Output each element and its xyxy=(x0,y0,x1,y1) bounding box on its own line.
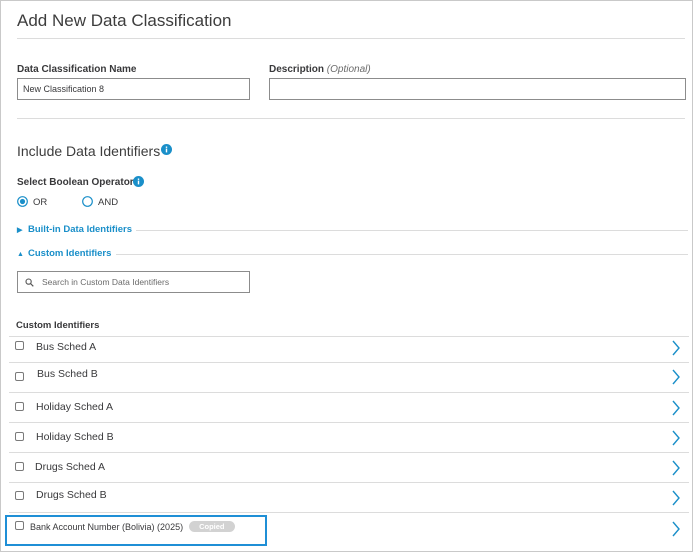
item-checkbox[interactable] xyxy=(15,402,24,411)
list-header: Custom Identifiers xyxy=(16,320,100,331)
list-item[interactable]: Drugs Sched A xyxy=(9,452,689,480)
chevron-right-icon[interactable] xyxy=(671,400,681,416)
chevron-right-icon[interactable] xyxy=(671,369,681,385)
list-item[interactable]: Drugs Sched B xyxy=(9,482,689,510)
item-label: Holiday Sched A xyxy=(36,401,114,413)
search-input[interactable] xyxy=(38,273,251,291)
item-label: Bus Sched B xyxy=(37,368,98,380)
list-item[interactable]: Bus Sched A xyxy=(9,336,689,364)
info-icon[interactable] xyxy=(161,144,172,155)
description-optional-text: (Optional) xyxy=(326,64,371,75)
description-label: Description (Optional) xyxy=(269,64,371,75)
item-checkbox[interactable] xyxy=(15,462,24,471)
chevron-right-icon[interactable] xyxy=(671,340,681,356)
builtin-divider xyxy=(136,230,688,231)
item-checkbox[interactable] xyxy=(15,491,24,500)
builtin-identifiers-toggle[interactable]: ▶ Built-in Data Identifiers xyxy=(17,224,132,235)
item-label: Holiday Sched B xyxy=(36,431,114,443)
classification-name-input[interactable]: New Classification 8 xyxy=(17,78,250,100)
chevron-right-icon[interactable] xyxy=(671,490,681,506)
chevron-right-icon[interactable] xyxy=(671,460,681,476)
chevron-right-icon[interactable] xyxy=(671,521,681,537)
item-label: Bus Sched A xyxy=(36,341,97,353)
highlight-box xyxy=(5,515,267,546)
list-item[interactable]: Holiday Sched B xyxy=(9,422,689,450)
caret-right-icon: ▶ xyxy=(17,227,23,234)
item-label: Drugs Sched B xyxy=(36,489,107,501)
boolean-operator-label: Select Boolean Operator xyxy=(17,177,134,188)
list-item[interactable]: Holiday Sched A xyxy=(9,392,689,420)
custom-divider xyxy=(116,254,688,255)
custom-identifier-search[interactable] xyxy=(17,271,251,293)
item-label: Drugs Sched A xyxy=(35,461,106,473)
radio-or[interactable] xyxy=(17,196,28,207)
name-label: Data Classification Name xyxy=(17,64,137,75)
description-label-text: Description xyxy=(269,64,325,75)
boolean-info-icon[interactable] xyxy=(133,176,144,187)
custom-identifiers-toggle[interactable]: ▲ Custom Identifiers xyxy=(17,248,111,259)
item-checkbox[interactable] xyxy=(15,341,24,350)
caret-up-icon: ▲ xyxy=(17,251,24,258)
radio-and-label[interactable]: AND xyxy=(98,197,118,208)
radio-and[interactable] xyxy=(82,196,93,207)
builtin-identifiers-label: Built-in Data Identifiers xyxy=(28,224,132,235)
section-title: Include Data Identifiers xyxy=(17,143,161,159)
custom-identifiers-label: Custom Identifiers xyxy=(28,248,112,259)
item-checkbox[interactable] xyxy=(15,372,24,381)
list-item[interactable]: Bus Sched B xyxy=(9,362,689,390)
radio-or-label[interactable]: OR xyxy=(33,197,47,208)
title-divider xyxy=(17,38,685,39)
form-divider xyxy=(17,118,685,119)
page-title: Add New Data Classification xyxy=(17,11,232,30)
item-checkbox[interactable] xyxy=(15,432,24,441)
search-icon xyxy=(25,278,34,287)
description-input[interactable] xyxy=(269,78,686,100)
chevron-right-icon[interactable] xyxy=(671,430,681,446)
